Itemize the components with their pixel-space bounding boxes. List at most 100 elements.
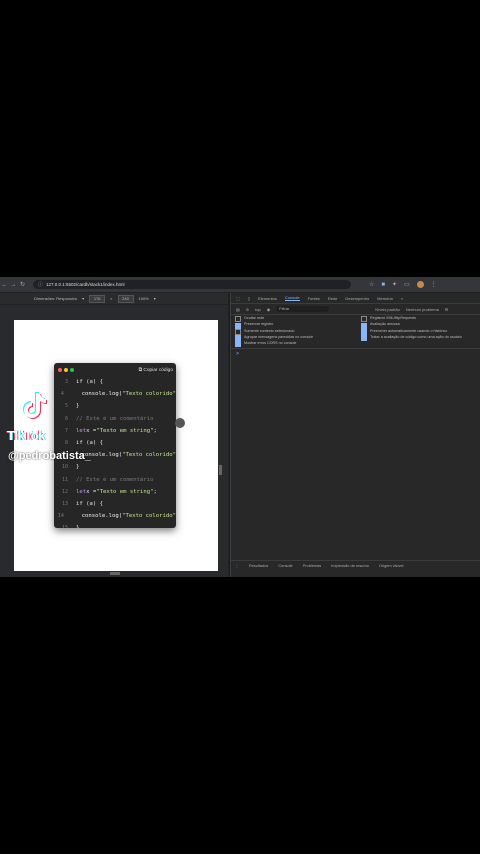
checkbox[interactable]: [235, 322, 241, 329]
tiktok-logo-icon: [23, 392, 47, 419]
code-token: "Texto em string": [96, 427, 154, 434]
sidebar-icon[interactable]: ▭: [404, 281, 410, 288]
extensions-puzzle-icon[interactable]: ✦: [392, 281, 397, 288]
resize-handle-bottom[interactable]: [110, 572, 120, 575]
setting-user-activation[interactable]: Tratar a avaliação de código como uma aç…: [361, 335, 480, 342]
code-token: x =: [86, 427, 97, 434]
tab-network[interactable]: Rede: [328, 296, 338, 301]
devtools-tabs: ⬚ ▯ Elementos Console Fontes Rede Desemp…: [231, 293, 480, 304]
console-settings: Ocultar rede Preservar registro Somente …: [231, 315, 480, 350]
checkbox[interactable]: [361, 322, 367, 329]
drawer-tab-console[interactable]: Console: [278, 563, 292, 568]
line-number: 3: [64, 379, 68, 386]
log-levels-select[interactable]: Níveis padrão: [375, 307, 400, 312]
copy-code-button[interactable]: ⧉ Copiar código: [139, 367, 173, 373]
code-token: // Este é um comentário: [76, 476, 154, 483]
maximize-dot-icon: [70, 367, 74, 372]
line-number: 4: [60, 391, 64, 398]
clear-console-icon[interactable]: ⊘: [246, 307, 249, 312]
code-line: 7 let x = "Texto em string";: [54, 425, 176, 437]
code-token: // Este é um comentário: [76, 415, 154, 422]
minimize-dot-icon: [64, 367, 68, 372]
drawer-menu-icon[interactable]: ⋮: [235, 563, 239, 568]
tab-sources[interactable]: Fontes: [308, 296, 320, 301]
profile-avatar[interactable]: [416, 281, 424, 288]
code-line: 3 if (a) {: [54, 376, 176, 388]
eye-icon[interactable]: ◉: [267, 307, 271, 312]
code-line: 12 let x = "Texto em string";: [54, 486, 176, 498]
console-prompt[interactable]: >: [231, 351, 480, 357]
code-line: 4 console.log("Texto colorido": [54, 388, 176, 400]
code-token: ;: [153, 488, 157, 495]
url-text: 127.0.0.1:5502/cardh/stack1/index.html: [46, 282, 125, 287]
drawer-tab-issues[interactable]: Problemas: [303, 563, 322, 568]
drawer-tab-origin[interactable]: Origem visível: [379, 563, 404, 568]
console-toolbar: ▤ ⊘ top ◉ Filtrar Níveis padrão Nenhum p…: [231, 304, 480, 315]
inspect-icon[interactable]: ⬚: [236, 296, 240, 301]
zoom-select[interactable]: 100%: [139, 296, 149, 301]
address-bar[interactable]: ⓘ 127.0.0.1:5502/cardh/stack1/index.html: [33, 280, 351, 289]
checkbox[interactable]: [361, 335, 367, 342]
forward-icon[interactable]: →: [9, 282, 18, 288]
line-number: 14: [57, 513, 64, 520]
code-token: "Texto colorido": [122, 391, 176, 398]
tab-elements[interactable]: Elementos: [258, 296, 277, 301]
resize-handle-right[interactable]: [219, 465, 222, 475]
site-info-icon[interactable]: ⓘ: [38, 281, 43, 288]
checkbox[interactable]: [235, 316, 241, 323]
tab-memory[interactable]: Memória: [377, 296, 393, 301]
code-token: console.log(: [81, 391, 123, 398]
tab-performance[interactable]: Desempenho: [345, 296, 369, 301]
more-tabs-icon[interactable]: »: [401, 296, 403, 301]
tiktok-wordmark: TikTok: [7, 428, 45, 443]
drawer-tab-results[interactable]: Resultados: [249, 563, 268, 568]
back-icon[interactable]: ←: [0, 282, 9, 288]
setting-cors-errors[interactable]: Mostrar erros CORS no console: [235, 341, 361, 348]
code-line: 15}: [54, 522, 176, 528]
chevron-down-icon: ▾: [82, 296, 85, 301]
code-token: x =: [86, 488, 97, 495]
sidebar-toggle-icon[interactable]: ▤: [236, 307, 240, 312]
code-line: 5}: [54, 400, 176, 412]
device-mode-select[interactable]: Dimensões: Responsivo: [34, 296, 77, 301]
checkbox[interactable]: [361, 328, 367, 335]
code-token: }: [76, 525, 79, 528]
devtools-drawer-tabs: ⋮ Resultados Console Problemas Impressão…: [231, 560, 480, 569]
code-token: let: [76, 427, 87, 434]
code-token: }: [76, 403, 80, 410]
gear-icon[interactable]: ⚙: [445, 307, 449, 312]
device-toolbar: Dimensões: Responsivo ▾ 176 × 240 100% ▾: [0, 293, 228, 304]
bookmark-star-icon[interactable]: ☆: [369, 281, 374, 288]
viewport-height-input[interactable]: 240: [117, 294, 134, 303]
device-toggle-icon[interactable]: ▯: [248, 296, 250, 301]
menu-kebab-icon[interactable]: ⋮: [431, 281, 437, 288]
checkbox[interactable]: [235, 335, 241, 342]
line-number: 7: [64, 427, 68, 434]
code-token: console.log(: [81, 513, 123, 520]
extension-icon[interactable]: ■: [381, 282, 385, 288]
viewport-width-input[interactable]: 176: [89, 294, 106, 303]
line-number: 13: [61, 500, 68, 507]
code-token: "Texto em string": [96, 488, 154, 495]
tab-console[interactable]: Console: [284, 295, 300, 301]
checkbox[interactable]: [361, 316, 367, 323]
tiktok-username: @pedrobatista_: [8, 450, 91, 462]
code-token: if (a) {: [76, 440, 103, 447]
code-token: "Texto colorido": [122, 513, 176, 520]
line-number: 11: [61, 476, 68, 483]
code-token: if (a) {: [76, 500, 103, 507]
reload-icon[interactable]: ↻: [18, 281, 27, 288]
checkbox[interactable]: [235, 341, 241, 348]
line-number: 10: [61, 464, 68, 471]
checkbox[interactable]: [235, 328, 241, 335]
issues-counter[interactable]: Nenhum problema: [406, 307, 439, 312]
drawer-tab-summary[interactable]: Impressão de resumo: [331, 563, 369, 568]
console-filter-input[interactable]: Filtrar: [276, 306, 330, 312]
code-card: ⧉ Copiar código 3 if (a) {4 console.log("T…: [54, 363, 176, 528]
devtools-panel: ⬚ ▯ Elementos Console Fontes Rede Desemp…: [230, 293, 480, 577]
code-line: 8 if (a) {: [54, 437, 176, 449]
context-select[interactable]: top: [255, 307, 261, 312]
code-line: 10}: [54, 461, 176, 473]
scroll-handle[interactable]: [175, 418, 185, 428]
code-token: }: [76, 464, 80, 471]
